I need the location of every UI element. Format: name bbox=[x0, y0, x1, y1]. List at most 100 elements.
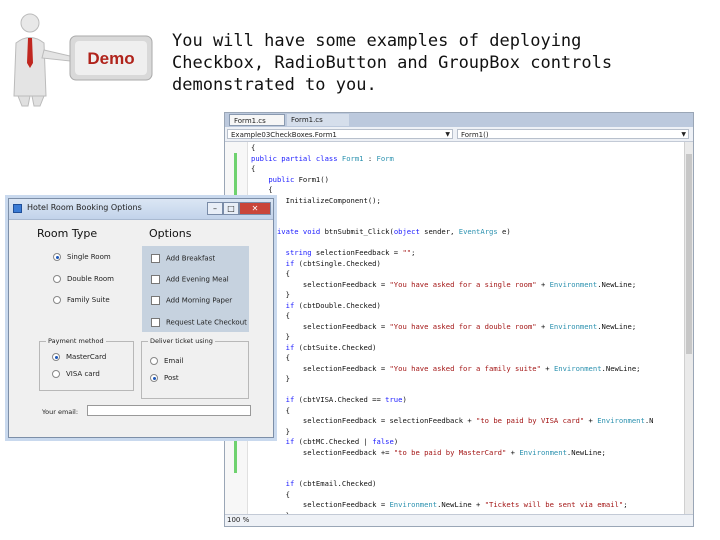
radio-icon[interactable] bbox=[53, 296, 61, 304]
code-line: if (cbtEmail.Checked) bbox=[251, 479, 687, 490]
code-token: btnSubmit_Click( bbox=[324, 227, 394, 236]
checkbox-add-evening-meal[interactable]: Add Evening Meal bbox=[151, 275, 229, 284]
code-token: string bbox=[285, 248, 316, 257]
code-token: if bbox=[285, 479, 299, 488]
code-line: { bbox=[251, 311, 687, 322]
options-heading: Options bbox=[149, 227, 192, 240]
checkbox-label: Add Breakfast bbox=[166, 254, 216, 263]
slide-description: You will have some examples of deploying… bbox=[172, 30, 692, 96]
member-dropdown-value: Form1() bbox=[461, 131, 489, 139]
checkbox-icon[interactable] bbox=[151, 254, 160, 263]
radio-icon[interactable] bbox=[52, 353, 60, 361]
demo-presenter-illustration: Demo bbox=[13, 13, 153, 107]
code-line: if (cbtSuite.Checked) bbox=[251, 343, 687, 354]
code-line: } bbox=[251, 427, 687, 438]
code-token: "You have asked for a single room" bbox=[389, 279, 537, 289]
checkbox-icon[interactable] bbox=[151, 318, 160, 327]
radio-email[interactable]: Email bbox=[150, 357, 183, 365]
code-line: InitializeComponent(); bbox=[251, 196, 687, 207]
minimize-button[interactable]: – bbox=[207, 202, 223, 215]
payment-method-groupbox: Payment method MasterCard VISA card bbox=[39, 337, 134, 391]
radio-mastercard[interactable]: MasterCard bbox=[52, 353, 106, 361]
code-line: { bbox=[251, 406, 687, 417]
code-area[interactable]: {public partial class Form1 : Form{ publ… bbox=[251, 143, 687, 521]
radio-label: VISA card bbox=[66, 370, 100, 378]
scrollbar-thumb[interactable] bbox=[686, 154, 692, 354]
radio-icon[interactable] bbox=[52, 370, 60, 378]
close-button[interactable]: ✕ bbox=[239, 202, 271, 215]
code-token: selectionFeedback = bbox=[251, 500, 390, 509]
code-line: public Form1() bbox=[251, 175, 687, 186]
code-token: Environment bbox=[553, 363, 602, 373]
radio-label: Email bbox=[164, 357, 184, 365]
code-token: sender, bbox=[424, 227, 459, 236]
code-line: if (cbtVISA.Checked == true) bbox=[251, 395, 687, 406]
radio-icon[interactable] bbox=[53, 253, 61, 261]
radio-single-room[interactable]: Single Room bbox=[53, 253, 111, 261]
radio-icon[interactable] bbox=[53, 275, 61, 283]
code-token: { bbox=[251, 143, 256, 152]
code-line: if (cbtDouble.Checked) bbox=[251, 301, 687, 312]
code-token: .N bbox=[644, 416, 654, 425]
groupbox-label: Payment method bbox=[46, 337, 106, 345]
code-token: selectionFeedback = bbox=[315, 248, 403, 257]
code-line: { bbox=[251, 353, 687, 364]
member-dropdown[interactable]: Form1() ▼ bbox=[457, 129, 689, 139]
code-token: object bbox=[393, 227, 425, 236]
code-token: "to be paid by VISA card" bbox=[476, 416, 585, 425]
code-token: { bbox=[251, 164, 256, 173]
app-icon bbox=[13, 204, 22, 213]
code-line: { bbox=[251, 490, 687, 501]
slide-text-line: demonstrated to you. bbox=[172, 75, 377, 95]
code-token: + bbox=[536, 321, 550, 331]
code-token: selectionFeedback += bbox=[251, 447, 394, 457]
email-input[interactable] bbox=[87, 405, 251, 416]
radio-post[interactable]: Post bbox=[150, 374, 179, 382]
form-title-bar: Hotel Room Booking Options – □ ✕ bbox=[9, 199, 273, 220]
code-token: + bbox=[506, 447, 520, 457]
code-token: .NewLine; bbox=[601, 363, 641, 373]
code-token: (cbtSuite.Checked) bbox=[298, 342, 377, 352]
code-token: "to be paid by MasterCard" bbox=[393, 447, 507, 457]
code-token: e) bbox=[497, 227, 511, 236]
checkbox-add-breakfast[interactable]: Add Breakfast bbox=[151, 254, 215, 263]
code-token: ) bbox=[393, 437, 399, 446]
code-token: public bbox=[268, 174, 299, 184]
checkbox-icon[interactable] bbox=[151, 296, 160, 305]
code-token: selectionFeedback = selectionFeedback + bbox=[251, 416, 477, 425]
checkbox-icon[interactable] bbox=[151, 275, 160, 284]
hotel-booking-form-window: Hotel Room Booking Options – □ ✕ Room Ty… bbox=[8, 198, 274, 438]
checkbox-late-checkout[interactable]: Request Late Checkout bbox=[151, 318, 247, 327]
code-token: "Tickets will be sent via email" bbox=[484, 500, 624, 509]
code-token: ; bbox=[623, 500, 628, 509]
radio-icon[interactable] bbox=[150, 374, 158, 382]
code-token: true bbox=[385, 395, 403, 404]
radio-visa[interactable]: VISA card bbox=[52, 370, 100, 378]
checkbox-label: Add Morning Paper bbox=[166, 296, 233, 305]
code-token: .NewLine; bbox=[597, 321, 637, 331]
code-token: Form bbox=[376, 153, 394, 163]
code-line: { bbox=[251, 269, 687, 280]
code-line: selectionFeedback = "You have asked for … bbox=[251, 322, 687, 333]
code-editor-window: Form1.cs Form1.cs [Design] Example03Chec… bbox=[224, 112, 694, 527]
checkbox-add-morning-paper[interactable]: Add Morning Paper bbox=[151, 296, 232, 305]
radio-icon[interactable] bbox=[150, 357, 158, 365]
tab-form1-cs[interactable]: Form1.cs bbox=[229, 114, 285, 126]
code-token: (cbtEmail.Checked) bbox=[298, 479, 377, 488]
maximize-button[interactable]: □ bbox=[223, 202, 239, 215]
code-token: (cbtSingle.Checked) bbox=[298, 258, 381, 268]
radio-double-room[interactable]: Double Room bbox=[53, 275, 114, 283]
radio-family-suite[interactable]: Family Suite bbox=[53, 296, 110, 304]
vertical-scrollbar[interactable] bbox=[684, 142, 693, 517]
chevron-down-icon: ▼ bbox=[445, 131, 450, 138]
tab-form1-design[interactable]: Form1.cs [Design] bbox=[287, 114, 349, 136]
code-token: Form1 bbox=[341, 153, 364, 163]
code-token: public partial class bbox=[251, 153, 342, 163]
zoom-level[interactable]: 100 % bbox=[227, 515, 249, 526]
editor-tab-bar: Form1.cs Form1.cs [Design] bbox=[225, 113, 693, 136]
class-dropdown[interactable]: Example03CheckBoxes.Form1 ▼ bbox=[227, 129, 453, 139]
